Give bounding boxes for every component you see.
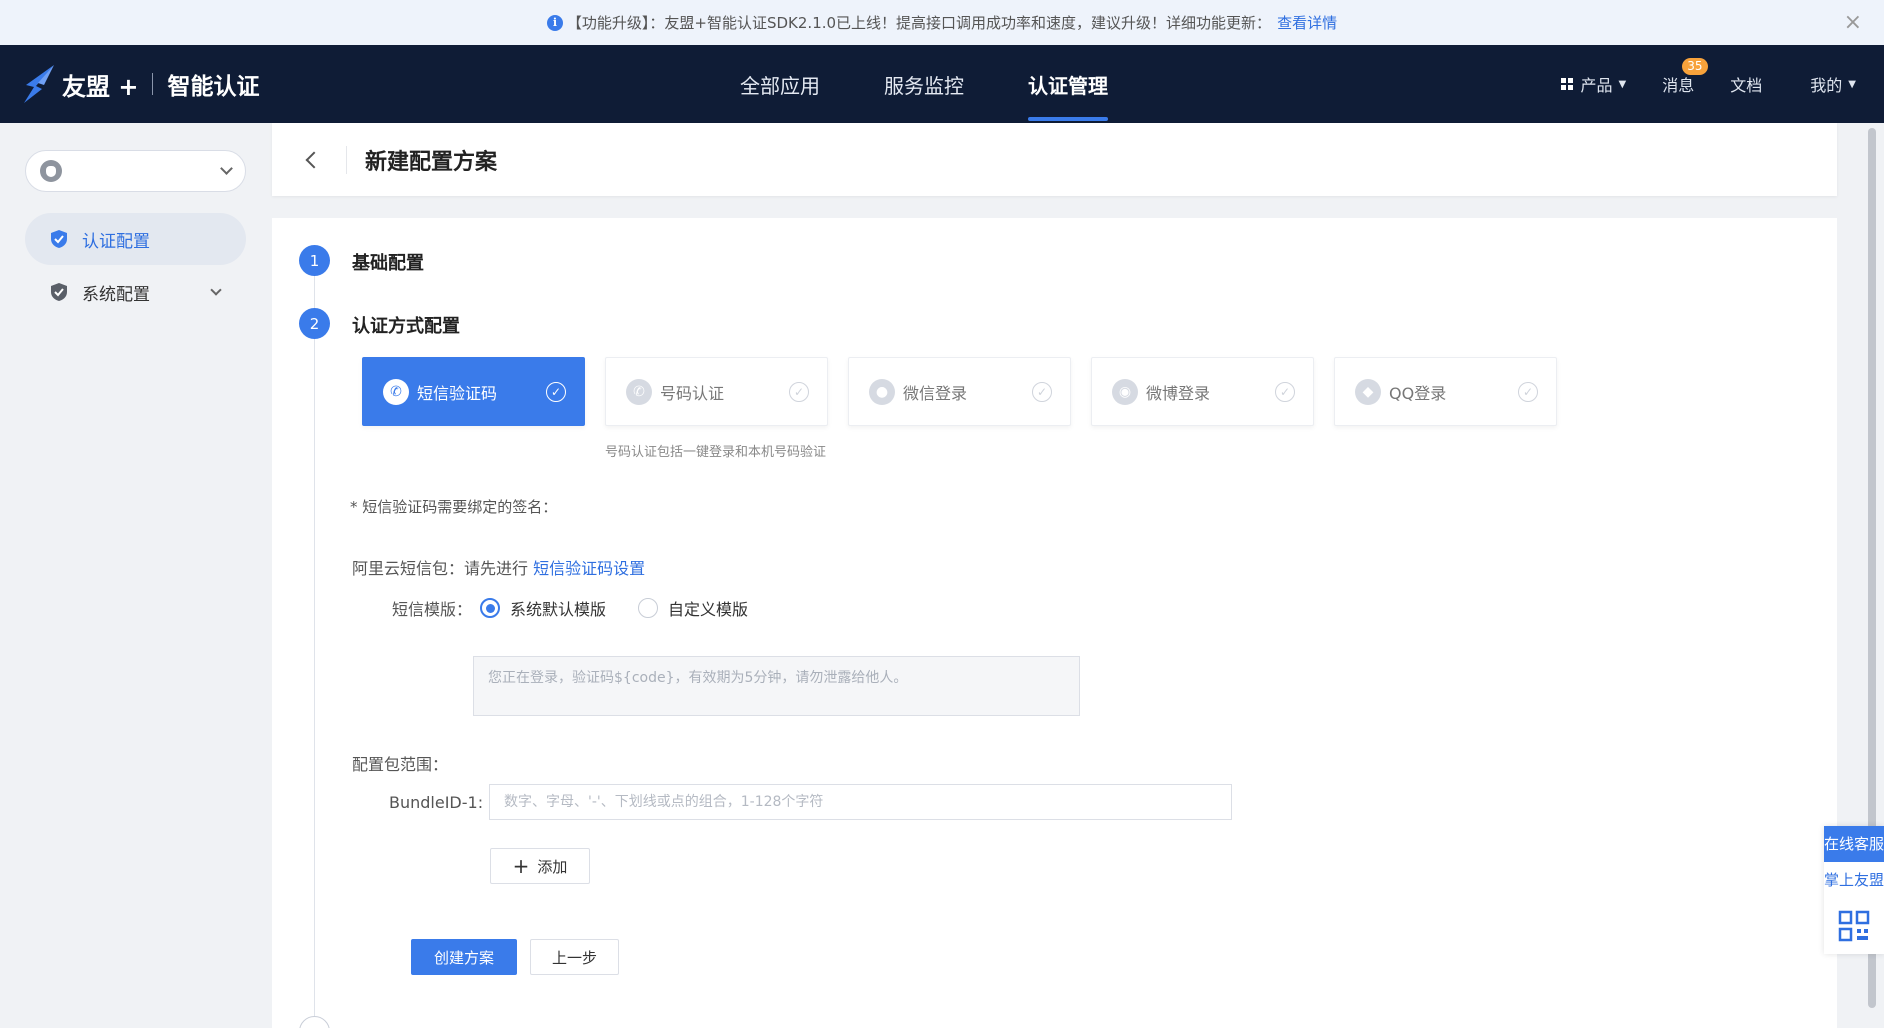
check-circle-icon: ✓ bbox=[546, 381, 566, 402]
product-name: 智能认证 bbox=[167, 74, 260, 100]
apple-icon bbox=[40, 160, 62, 182]
step-1-label: 基础配置 bbox=[352, 253, 424, 274]
docs-link[interactable]: 文档 bbox=[1730, 72, 1762, 96]
auth-method-list: ✆ 短信验证码 ✓ ✆ 号码认证 ✓ ● 微信登录 ✓ ◉ 微博登录 ✓ ◆ Q… bbox=[362, 357, 1577, 426]
sidebar-item-label: 系统配置 bbox=[82, 284, 150, 305]
account-label: 我的 bbox=[1810, 76, 1843, 95]
bundle-scope-label: 配置包范围： bbox=[352, 755, 449, 774]
add-bundle-button[interactable]: + 添加 bbox=[490, 848, 590, 884]
nav-all-apps[interactable]: 全部应用 bbox=[740, 45, 820, 123]
products-menu[interactable]: 产品 ▼ bbox=[1560, 72, 1627, 96]
aliyun-sms-row: 阿里云短信包：请先进行 短信验证码设置 bbox=[352, 555, 645, 579]
sidebar: 认证配置 系统配置 bbox=[0, 123, 272, 1028]
top-header: 友盟 + 智能认证 全部应用 服务监控 认证管理 产品 ▼ 消息 35 文档 我… bbox=[0, 45, 1884, 123]
aliyun-sms-label: 阿里云短信包：请先进行 bbox=[352, 559, 529, 578]
radio-indicator bbox=[638, 598, 659, 618]
check-circle-icon: ✓ bbox=[789, 381, 809, 402]
radio-default-template[interactable]: 系统默认模版 bbox=[480, 596, 606, 620]
logo[interactable]: 友盟 + 智能认证 bbox=[20, 63, 259, 105]
sms-settings-link[interactable]: 短信验证码设置 bbox=[533, 559, 645, 578]
check-circle-icon: ✓ bbox=[1032, 381, 1052, 402]
wechat-icon: ● bbox=[869, 378, 895, 405]
qq-icon: ◆ bbox=[1355, 378, 1381, 405]
phone-icon: ✆ bbox=[626, 378, 652, 405]
step-connector bbox=[314, 273, 315, 1028]
template-content[interactable]: 您正在登录，验证码${code}，有效期为5分钟，请勿泄露给他人。 bbox=[473, 656, 1080, 716]
auth-method-label: 微信登录 bbox=[903, 383, 968, 403]
create-plan-button[interactable]: 创建方案 bbox=[411, 939, 517, 975]
step-1-indicator: 1 bbox=[299, 245, 330, 276]
auth-method-label: QQ登录 bbox=[1389, 383, 1447, 403]
step-3-indicator bbox=[299, 1016, 330, 1028]
messages-badge: 35 bbox=[1682, 58, 1708, 75]
banner-detail-link[interactable]: 查看详情 bbox=[1277, 12, 1337, 33]
config-form: 1 基础配置 2 认证方式配置 ✆ 短信验证码 ✓ ✆ 号码认证 ✓ ● 微信登… bbox=[272, 218, 1837, 1028]
template-label: 短信模版： bbox=[392, 600, 473, 619]
radio-label: 自定义模版 bbox=[668, 600, 749, 619]
messages-link[interactable]: 消息 35 bbox=[1662, 58, 1708, 96]
title-divider bbox=[346, 145, 347, 174]
weibo-icon: ◉ bbox=[1112, 378, 1138, 405]
auth-method-qq[interactable]: ◆ QQ登录 ✓ bbox=[1334, 357, 1557, 426]
banner-text: 【功能升级】：友盟+智能认证SDK2.1.0已上线！提高接口调用成功率和速度，建… bbox=[566, 14, 1272, 32]
check-circle-icon: ✓ bbox=[1275, 381, 1295, 402]
online-service-button[interactable]: 在线客服 bbox=[1824, 826, 1884, 862]
app-selector[interactable] bbox=[25, 150, 246, 192]
announcement-banner: i 【功能升级】：友盟+智能认证SDK2.1.0已上线！提高接口调用成功率和速度… bbox=[0, 0, 1884, 45]
main-nav: 全部应用 服务监控 认证管理 bbox=[740, 45, 1172, 123]
chevron-down-icon bbox=[210, 283, 222, 296]
page-title: 新建配置方案 bbox=[365, 149, 498, 175]
bundle-id-label: BundleID-1: bbox=[389, 793, 484, 812]
auth-method-hint: 号码认证包括一键登录和本机号码验证 bbox=[605, 445, 827, 460]
sidebar-item-auth-config[interactable]: 认证配置 bbox=[25, 213, 246, 265]
header-actions: 产品 ▼ 消息 35 文档 我的 ▼ bbox=[1560, 45, 1884, 123]
products-label: 产品 bbox=[1580, 76, 1613, 95]
step-2-indicator: 2 bbox=[299, 308, 330, 339]
signature-label: * 短信验证码需要绑定的签名： bbox=[350, 498, 558, 516]
sidebar-item-label: 认证配置 bbox=[82, 231, 150, 252]
back-arrow-icon[interactable] bbox=[305, 151, 323, 168]
auth-method-label: 号码认证 bbox=[660, 383, 725, 403]
close-icon[interactable]: × bbox=[1844, 10, 1862, 35]
info-icon: i bbox=[546, 14, 563, 31]
shield-icon bbox=[51, 230, 67, 248]
qr-code-icon[interactable] bbox=[1824, 898, 1884, 954]
messages-label: 消息 bbox=[1662, 76, 1695, 95]
plus-icon: + bbox=[512, 854, 530, 878]
sidebar-item-system-config[interactable]: 系统配置 bbox=[25, 266, 246, 318]
auth-method-number[interactable]: ✆ 号码认证 ✓ bbox=[605, 357, 828, 426]
logo-divider bbox=[152, 73, 154, 95]
auth-method-label: 微博登录 bbox=[1146, 383, 1211, 403]
bundle-id-input[interactable] bbox=[489, 784, 1232, 820]
caret-down-icon: ▼ bbox=[1618, 78, 1627, 90]
qr-code-graphic bbox=[1838, 910, 1870, 942]
chevron-down-icon bbox=[220, 162, 233, 175]
page-header: 新建配置方案 bbox=[272, 123, 1837, 196]
auth-method-wechat[interactable]: ● 微信登录 ✓ bbox=[848, 357, 1071, 426]
nav-auth-management[interactable]: 认证管理 bbox=[1028, 45, 1108, 123]
grid-icon bbox=[1560, 78, 1573, 90]
brand-name: 友盟 + bbox=[62, 72, 139, 101]
account-menu[interactable]: 我的 ▼ bbox=[1810, 72, 1856, 96]
prev-step-button[interactable]: 上一步 bbox=[530, 939, 619, 975]
shield-icon bbox=[51, 283, 67, 301]
template-row: 短信模版： 系统默认模版 自定义模版 bbox=[392, 596, 780, 620]
docs-label: 文档 bbox=[1730, 76, 1763, 95]
radio-label: 系统默认模版 bbox=[510, 600, 607, 619]
add-label: 添加 bbox=[537, 857, 568, 876]
auth-method-weibo[interactable]: ◉ 微博登录 ✓ bbox=[1091, 357, 1314, 426]
mobile-app-button[interactable]: 掌上友盟 bbox=[1824, 862, 1884, 898]
phone-icon: ✆ bbox=[383, 378, 409, 405]
radio-custom-template[interactable]: 自定义模版 bbox=[638, 596, 748, 620]
check-circle-icon: ✓ bbox=[1518, 381, 1538, 402]
logo-bird-icon bbox=[24, 65, 54, 103]
nav-service-monitor[interactable]: 服务监控 bbox=[884, 45, 964, 123]
float-service-widget: 在线客服 掌上友盟 bbox=[1824, 826, 1884, 954]
radio-indicator bbox=[480, 598, 501, 618]
auth-method-sms[interactable]: ✆ 短信验证码 ✓ bbox=[362, 357, 585, 426]
caret-down-icon: ▼ bbox=[1848, 78, 1856, 90]
auth-method-label: 短信验证码 bbox=[417, 383, 498, 403]
step-2-label: 认证方式配置 bbox=[352, 316, 460, 337]
